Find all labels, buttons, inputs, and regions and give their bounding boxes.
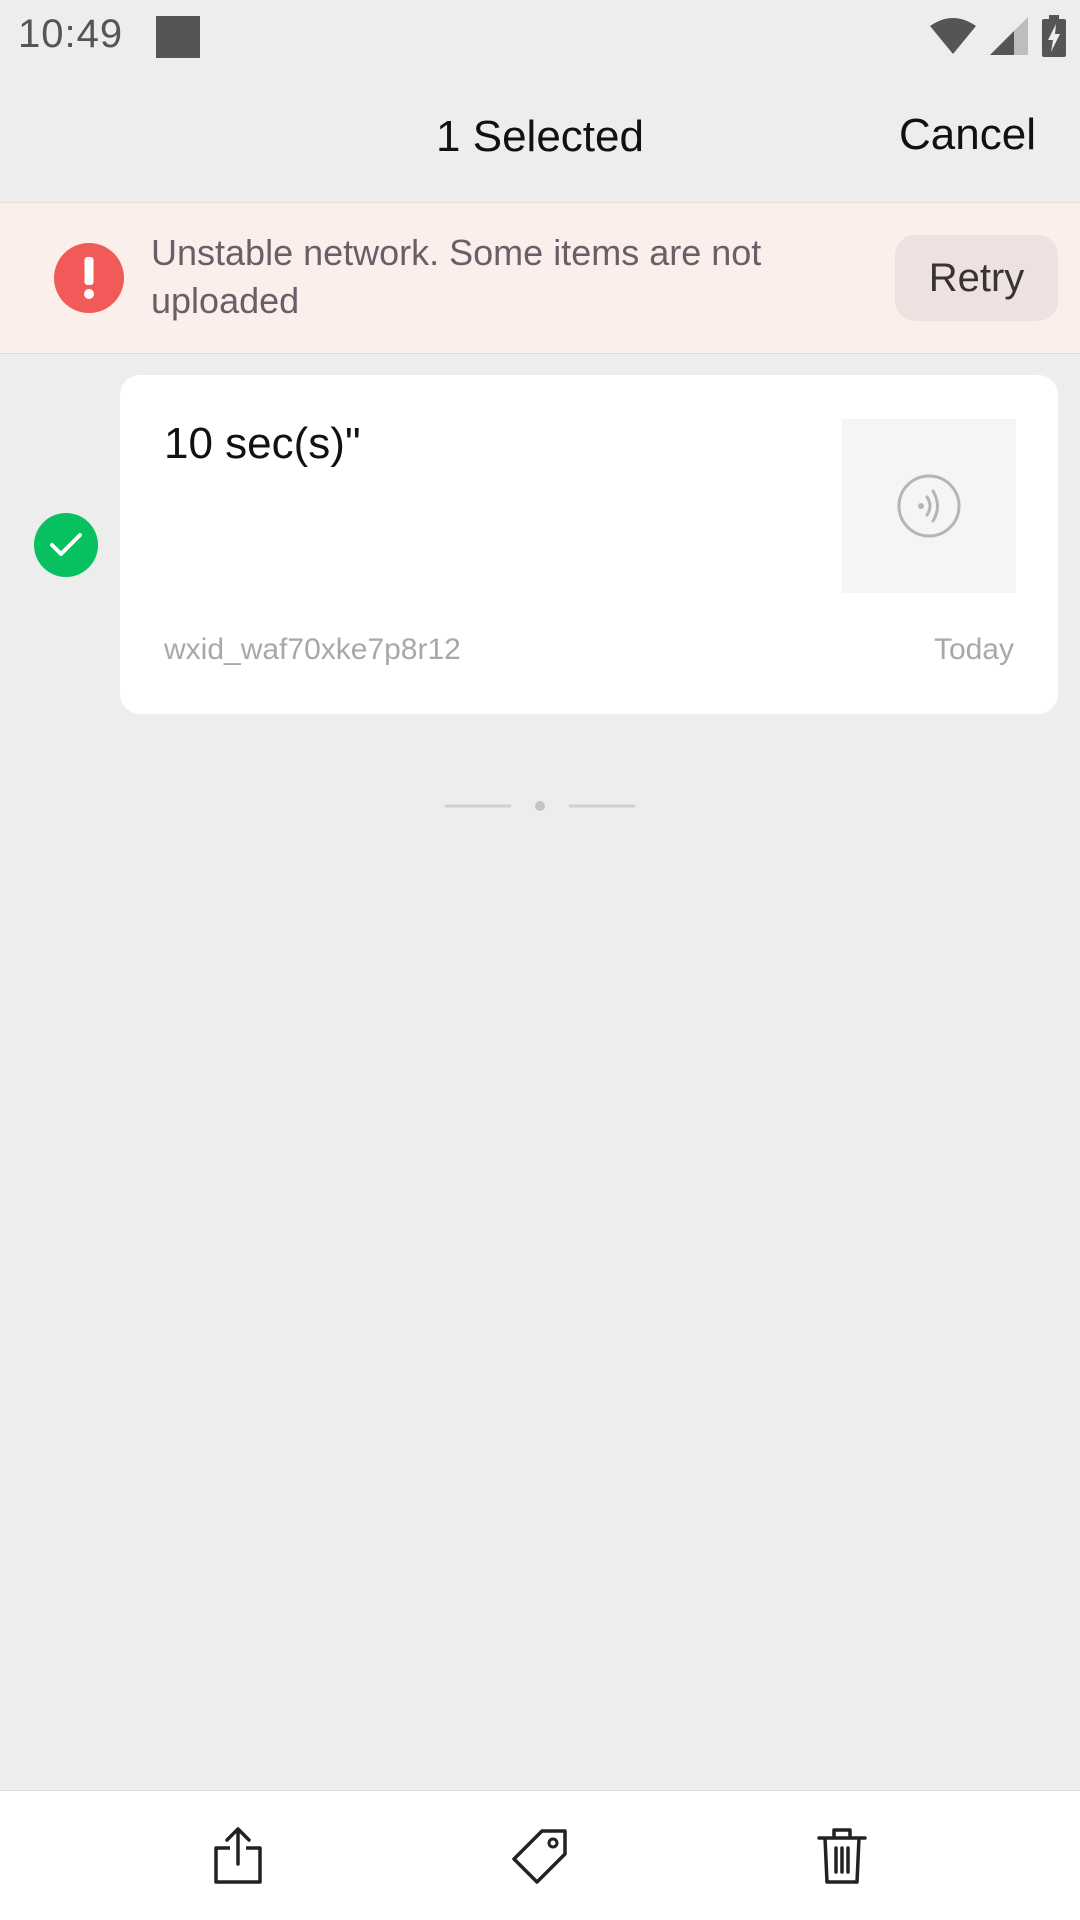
bottom-toolbar xyxy=(0,1790,1080,1920)
cancel-button[interactable]: Cancel xyxy=(899,110,1036,160)
notification-icon xyxy=(156,16,200,58)
status-time: 10:49 xyxy=(18,12,124,56)
delete-button[interactable] xyxy=(807,1821,877,1891)
tag-button[interactable] xyxy=(505,1821,575,1891)
alert-icon xyxy=(54,243,124,313)
banner-message: Unstable network. Some items are not upl… xyxy=(151,232,762,321)
item-date: Today xyxy=(933,633,1014,666)
title-bar: 1 Selected Cancel xyxy=(0,80,1080,202)
end-of-list-divider xyxy=(445,801,635,811)
retry-button[interactable]: Retry xyxy=(895,235,1058,321)
item-author: wxid_waf70xke7p8r12 xyxy=(164,633,461,666)
delete-icon xyxy=(817,1828,867,1884)
cellular-signal-icon xyxy=(990,17,1028,55)
share-icon xyxy=(214,1827,262,1884)
tag-icon xyxy=(512,1829,567,1884)
network-warning-banner: Unstable network. Some items are not upl… xyxy=(0,202,1080,354)
share-button[interactable] xyxy=(203,1821,273,1891)
status-icons xyxy=(930,14,1066,58)
selected-checkmark-icon[interactable] xyxy=(34,513,98,577)
wifi-icon xyxy=(930,18,976,54)
item-thumbnail xyxy=(842,419,1016,593)
screen: 10:49 1 Selected Cancel Unstable network… xyxy=(0,0,1080,1920)
voice-icon xyxy=(897,474,961,538)
item-title: 10 sec(s)" xyxy=(164,419,361,468)
status-bar: 10:49 xyxy=(0,0,1080,80)
battery-charging-icon xyxy=(1042,15,1066,57)
favorite-item-card[interactable]: 10 sec(s)" wxid_waf70xke7p8r12 Today xyxy=(120,375,1058,714)
